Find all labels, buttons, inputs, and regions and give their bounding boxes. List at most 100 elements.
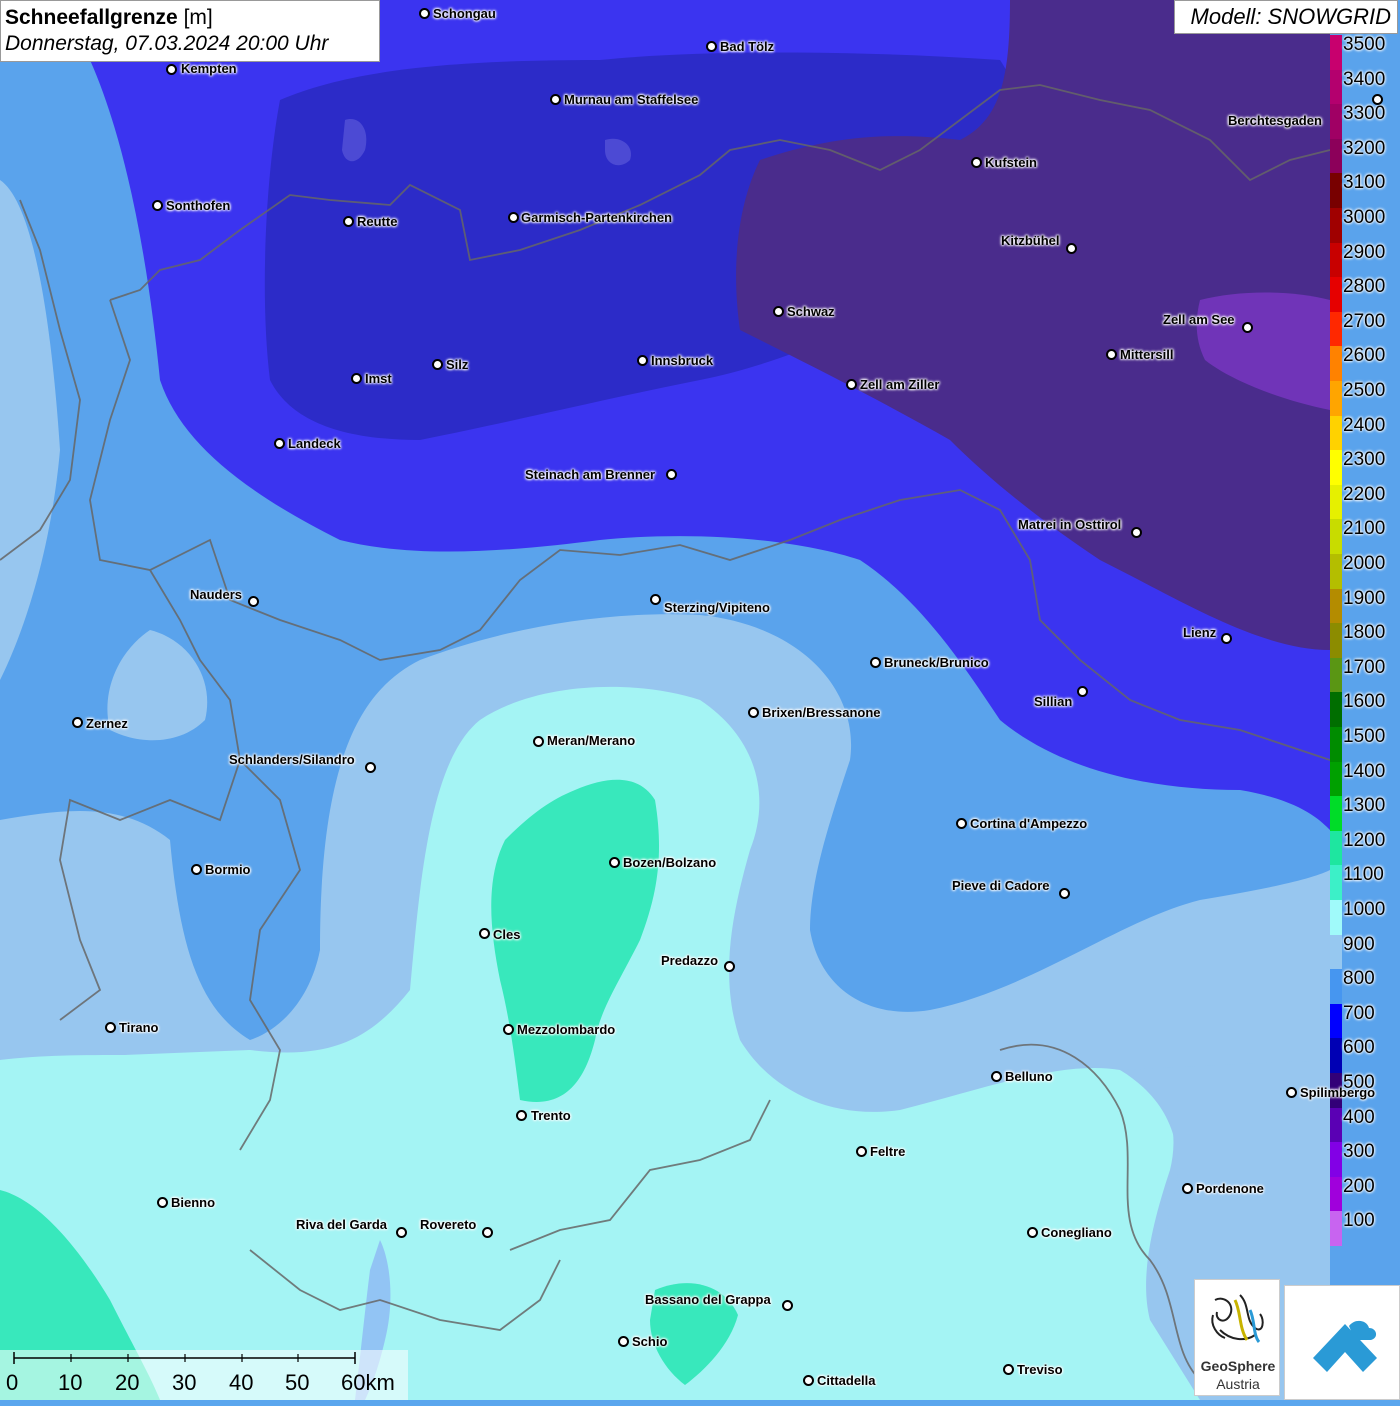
city-marker[interactable] (856, 1146, 867, 1157)
legend-label: 1100 (1343, 864, 1384, 886)
city-marker[interactable] (1182, 1183, 1193, 1194)
city-label: Brixen/Bressanone (762, 705, 881, 720)
city-marker[interactable] (503, 1024, 514, 1035)
city-marker[interactable] (1003, 1364, 1014, 1375)
city-label: Lienz (1183, 625, 1217, 640)
scale-label-50: 50 (285, 1370, 310, 1395)
city-label: Matrei in Osttirol (1018, 517, 1122, 532)
city-marker[interactable] (351, 373, 362, 384)
city-marker[interactable] (1286, 1087, 1297, 1098)
legend-label: 1400 (1343, 760, 1386, 782)
legend-swatch (1330, 588, 1342, 624)
geosphere-logo[interactable]: GeoSphere Austria (1194, 1279, 1280, 1396)
city-marker[interactable] (782, 1300, 793, 1311)
city-marker[interactable] (396, 1227, 407, 1238)
mountain-cloud-icon (1313, 1320, 1377, 1372)
legend-swatch (1330, 69, 1342, 105)
city-marker[interactable] (1372, 94, 1383, 105)
geosphere-name: GeoSphere (1200, 1358, 1276, 1374)
legend-label: 1300 (1343, 795, 1386, 817)
city-marker[interactable] (1066, 243, 1077, 254)
city-marker[interactable] (550, 94, 561, 105)
app-logo[interactable] (1284, 1285, 1400, 1400)
city-marker[interactable] (870, 657, 881, 668)
legend-label: 2000 (1343, 553, 1386, 574)
city-label: Zernez (86, 716, 128, 731)
city-marker[interactable] (419, 8, 430, 19)
city-marker[interactable] (618, 1336, 629, 1347)
city-marker[interactable] (274, 438, 285, 449)
city-marker[interactable] (248, 596, 259, 607)
city-label: Schwaz (787, 304, 835, 319)
legend-swatch (1330, 173, 1342, 209)
legend-label: 800 (1343, 968, 1375, 990)
city-marker[interactable] (72, 717, 83, 728)
city-label: Zell am Ziller (860, 377, 940, 392)
city-marker[interactable] (1059, 888, 1070, 899)
city-marker[interactable] (1027, 1227, 1038, 1238)
legend-swatch (1330, 900, 1342, 936)
city-marker[interactable] (773, 306, 784, 317)
city-marker[interactable] (516, 1110, 527, 1121)
geosphere-sub: Austria (1216, 1376, 1260, 1392)
city-marker[interactable] (748, 707, 759, 718)
city-label: Rovereto (420, 1217, 477, 1232)
legend-label: 1800 (1343, 622, 1386, 644)
city-label: Cles (493, 927, 521, 942)
city-label: Riva del Garda (296, 1217, 388, 1232)
city-label: Pordenone (1196, 1181, 1264, 1196)
datetime-label: Donnerstag, 07.03.2024 20:00 Uhr (5, 32, 329, 55)
legend-label: 2900 (1343, 241, 1386, 263)
legend-swatch (1330, 1176, 1342, 1212)
city-marker[interactable] (479, 928, 490, 939)
city-label: Imst (365, 371, 392, 386)
parameter-name: Schneefallgrenze (5, 6, 178, 29)
city-marker[interactable] (1131, 527, 1142, 538)
city-marker[interactable] (706, 41, 717, 52)
legend-label: 900 (1343, 933, 1375, 955)
city-marker[interactable] (1242, 322, 1253, 333)
city-marker[interactable] (365, 762, 376, 773)
city-label: Conegliano (1041, 1225, 1112, 1240)
city-marker[interactable] (1106, 349, 1117, 360)
city-marker[interactable] (166, 64, 177, 75)
city-marker[interactable] (482, 1227, 493, 1238)
city-marker[interactable] (803, 1375, 814, 1386)
city-marker[interactable] (637, 355, 648, 366)
legend-swatch (1330, 1003, 1342, 1039)
title-line: Schneefallgrenze [m] (5, 5, 375, 31)
legend-label: 2100 (1343, 518, 1386, 540)
legend-label: 2300 (1343, 449, 1386, 471)
legend-swatch (1330, 242, 1342, 278)
city-marker[interactable] (152, 200, 163, 211)
city-marker[interactable] (191, 864, 202, 875)
city-marker[interactable] (105, 1022, 116, 1033)
legend-label: 3300 (1343, 103, 1386, 125)
city-marker[interactable] (971, 157, 982, 168)
geosphere-emblem-icon (1211, 1294, 1264, 1343)
city-marker[interactable] (956, 818, 967, 829)
scale-label-10: 10 (58, 1370, 83, 1395)
city-marker[interactable] (724, 961, 735, 972)
city-marker[interactable] (1221, 633, 1232, 644)
city-marker[interactable] (508, 212, 519, 223)
legend-label: 1200 (1343, 829, 1386, 851)
legend-label: 1700 (1343, 656, 1386, 678)
legend-swatch (1330, 277, 1342, 313)
legend-swatch (1330, 657, 1342, 693)
city-marker[interactable] (846, 379, 857, 390)
city-marker[interactable] (343, 216, 354, 227)
city-marker[interactable] (533, 736, 544, 747)
legend-label: 1000 (1343, 899, 1386, 920)
city-marker[interactable] (991, 1071, 1002, 1082)
city-marker[interactable] (1077, 686, 1088, 697)
city-marker[interactable] (432, 359, 443, 370)
legend-swatch (1330, 727, 1342, 763)
city-marker[interactable] (157, 1197, 168, 1208)
model-label: Modell: SNOWGRID (1174, 0, 1398, 34)
legend-label: 700 (1343, 1002, 1375, 1024)
city-marker[interactable] (650, 594, 661, 605)
city-label: Zell am See (1163, 312, 1235, 327)
city-marker[interactable] (609, 857, 620, 868)
city-marker[interactable] (666, 469, 677, 480)
